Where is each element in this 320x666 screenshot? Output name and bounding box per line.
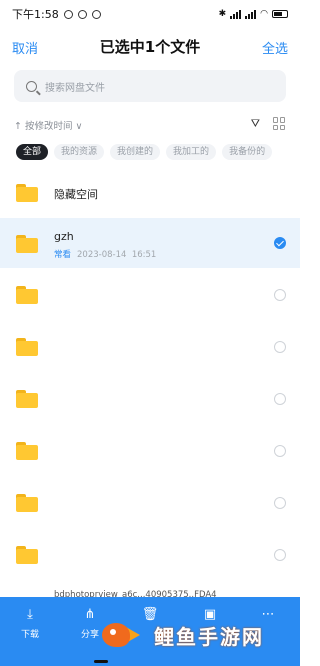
download-icon: ⤓: [27, 607, 33, 622]
search-input[interactable]: 搜索网盘文件: [14, 70, 286, 102]
wifi-icon: ◠: [260, 9, 268, 19]
folder-icon: [16, 235, 38, 253]
search-placeholder: 搜索网盘文件: [45, 82, 105, 94]
select-checkbox[interactable]: [274, 393, 286, 405]
list-item[interactable]: [0, 322, 300, 372]
list-item-gzh[interactable]: gzh 常看 2023-08-14 16:51: [0, 218, 300, 268]
category-chips: 全部 我的资源 我创建的 我加工的 我备份的: [16, 144, 273, 160]
battery-icon: [272, 10, 288, 18]
alarm-icon: [63, 9, 73, 19]
folder-icon: [16, 338, 38, 356]
signal-icon: [230, 9, 242, 19]
sort-toolbar: ↑ 按修改时间 ∨ ⛛: [14, 117, 286, 133]
home-indicator: [94, 660, 108, 663]
download-button[interactable]: ⤓ 下载: [10, 607, 50, 640]
list-item[interactable]: [0, 530, 300, 580]
sort-dropdown[interactable]: ↑ 按修改时间 ∨: [14, 118, 82, 132]
chip-my-backup[interactable]: 我备份的: [222, 144, 273, 160]
list-item[interactable]: [0, 478, 300, 528]
fish-logo-icon: [96, 615, 144, 655]
file-name: gzh: [54, 230, 74, 243]
folder-icon: [16, 546, 38, 564]
file-meta: 常看 2023-08-14 16:51: [54, 248, 156, 260]
status-bar: 下午1:58 ✱ ◠: [0, 0, 300, 28]
grid-view-icon[interactable]: [273, 117, 286, 130]
page-title: 已选中1个文件: [99, 38, 201, 56]
chip-my-resources[interactable]: 我的资源: [54, 144, 105, 160]
file-name: 隐藏空间: [54, 188, 98, 201]
app-notification-icon: [91, 9, 101, 19]
list-item[interactable]: [0, 270, 300, 320]
chip-my-processed[interactable]: 我加工的: [166, 144, 217, 160]
signal-icon-2: [245, 9, 257, 19]
folder-icon: [16, 390, 38, 408]
select-checkbox[interactable]: [274, 289, 286, 301]
select-checkbox[interactable]: [274, 341, 286, 353]
clock-icon: [77, 9, 87, 19]
select-checkbox[interactable]: [274, 445, 286, 457]
frequent-badge: 常看: [54, 250, 72, 260]
folder-icon: [16, 494, 38, 512]
watermark: 鲤鱼手游网: [96, 604, 300, 666]
select-checkbox[interactable]: [274, 549, 286, 561]
list-item[interactable]: [0, 374, 300, 424]
file-time: 16:51: [131, 250, 157, 260]
select-checkbox[interactable]: [274, 497, 286, 509]
chip-all[interactable]: 全部: [16, 144, 49, 160]
list-item[interactable]: [0, 426, 300, 476]
selection-header: 取消 已选中1个文件 全选: [0, 36, 300, 58]
folder-icon: [16, 184, 38, 202]
watermark-text: 鲤鱼手游网: [154, 624, 264, 649]
bluetooth-icon: ✱: [218, 9, 227, 19]
folder-icon: [16, 286, 38, 304]
list-item-hidden-space[interactable]: 隐藏空间: [0, 168, 300, 218]
select-all-button[interactable]: 全选: [262, 38, 288, 57]
select-checkbox[interactable]: [274, 237, 286, 249]
download-label: 下载: [20, 630, 39, 640]
chip-my-created[interactable]: 我创建的: [110, 144, 161, 160]
filter-icon[interactable]: ⛛: [251, 117, 260, 131]
clock: 下午1:58: [12, 8, 59, 21]
file-date: 2023-08-14: [77, 250, 127, 260]
folder-icon: [16, 442, 38, 460]
search-icon: [26, 80, 37, 92]
